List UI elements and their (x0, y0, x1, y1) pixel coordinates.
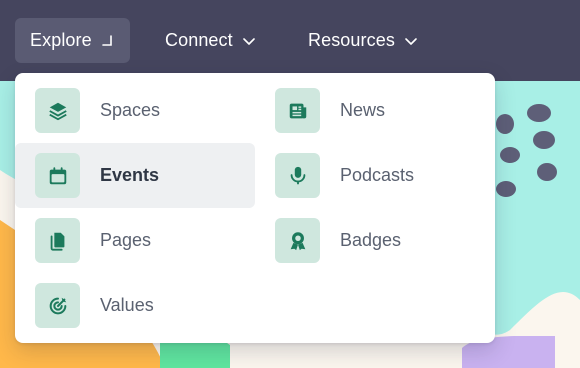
menu-item-label: Values (100, 295, 154, 315)
nav-connect-button[interactable]: Connect (165, 18, 256, 63)
menu-item-label: Spaces (100, 100, 161, 120)
menu-item-label: Badges (340, 230, 402, 250)
menu-item-podcasts[interactable]: Podcasts (255, 143, 495, 208)
target-icon (35, 283, 80, 328)
chevron-up-icon (101, 34, 115, 48)
badge-icon (275, 218, 320, 263)
newspaper-icon (275, 88, 320, 133)
calendar-icon (35, 153, 80, 198)
chevron-down-icon (404, 34, 418, 48)
menu-item-events[interactable]: Events (15, 143, 255, 208)
menu-item-pages[interactable]: Pages (15, 208, 255, 273)
nav-explore-label: Explore (30, 30, 92, 50)
microphone-icon (275, 153, 320, 198)
nav-connect-label: Connect (165, 30, 233, 50)
pages-icon (35, 218, 80, 263)
menu-item-badges[interactable]: Badges (255, 208, 495, 273)
chevron-down-icon (242, 34, 256, 48)
menu-item-label: Events (100, 165, 160, 185)
menu-item-spaces[interactable]: Spaces (15, 78, 255, 143)
nav-explore-button[interactable]: Explore (15, 18, 130, 63)
menu-item-label: Pages (100, 230, 152, 250)
layers-icon (35, 88, 80, 133)
explore-dropdown-menu: Spaces News Events Podcasts Pages Badges… (15, 73, 495, 343)
menu-item-label: Podcasts (340, 165, 415, 185)
top-navbar: Explore Connect Resources (0, 0, 580, 81)
menu-item-label: News (340, 100, 386, 120)
menu-item-values[interactable]: Values (15, 273, 255, 338)
nav-resources-button[interactable]: Resources (308, 18, 418, 63)
nav-resources-label: Resources (308, 30, 395, 50)
menu-item-news[interactable]: News (255, 78, 495, 143)
